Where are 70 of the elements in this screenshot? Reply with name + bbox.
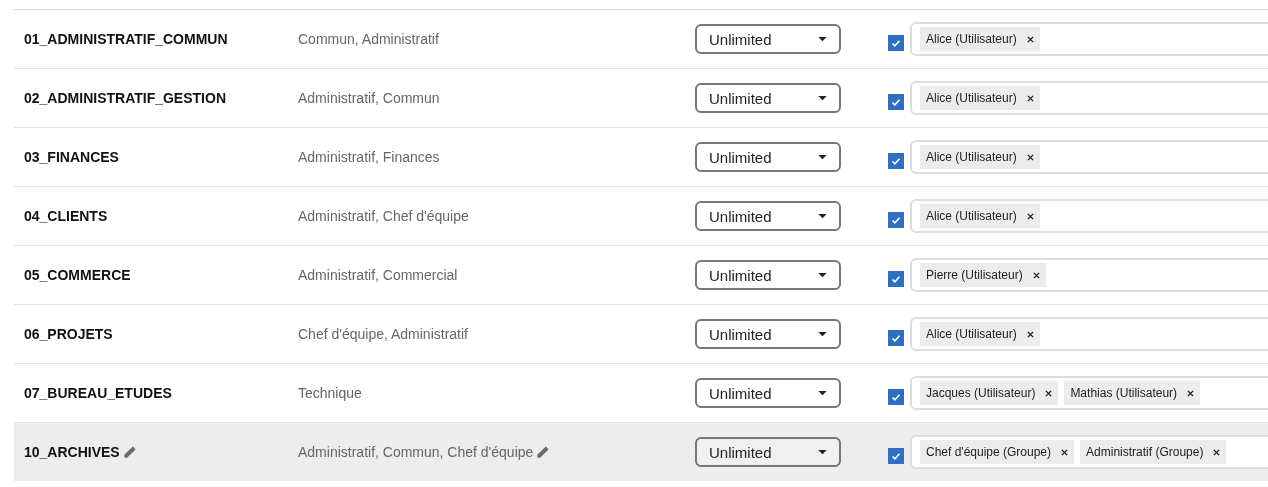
member-tag: Alice (Utilisateur) <box>920 322 1040 346</box>
members-field[interactable]: Alice (Utilisateur) <box>910 140 1268 174</box>
caret-icon <box>818 154 827 160</box>
checkbox[interactable] <box>888 212 904 228</box>
member-tag: Administratif (Groupe) <box>1080 440 1227 464</box>
folder-name: 03_FINANCES <box>24 149 119 165</box>
caret-icon <box>818 449 827 455</box>
remove-icon[interactable] <box>1061 448 1069 456</box>
quota-select[interactable]: Unlimited <box>695 319 841 349</box>
checkbox[interactable] <box>888 153 904 169</box>
caret-icon <box>818 390 827 396</box>
group-list: Technique <box>298 385 362 401</box>
group-list: Chef d'équipe, Administratif <box>298 326 468 342</box>
remove-icon[interactable] <box>1026 212 1034 220</box>
quota-select[interactable]: Unlimited <box>695 24 841 54</box>
quota-select[interactable]: Unlimited <box>695 260 841 290</box>
group-list: Administratif, Commun, Chef d'équipe <box>298 444 534 460</box>
quota-select[interactable]: Unlimited <box>695 437 841 467</box>
checkbox[interactable] <box>888 35 904 51</box>
remove-icon[interactable] <box>1045 389 1053 397</box>
member-tag: Jacques (Utilisateur) <box>920 381 1059 405</box>
folder-name: 07_BUREAU_ETUDES <box>24 385 172 401</box>
caret-icon <box>818 95 827 101</box>
remove-icon[interactable] <box>1187 389 1195 397</box>
checkbox[interactable] <box>888 448 904 464</box>
members-field[interactable]: Alice (Utilisateur) <box>910 317 1268 351</box>
remove-icon[interactable] <box>1032 271 1040 279</box>
folder-name: 01_ADMINISTRATIF_COMMUN <box>24 31 228 47</box>
member-tag: Chef d'équipe (Groupe) <box>920 440 1075 464</box>
member-tag: Alice (Utilisateur) <box>920 204 1040 228</box>
group-list: Administratif, Commun <box>298 90 440 106</box>
member-tag: Mathias (Utilisateur) <box>1064 381 1201 405</box>
group-list: Administratif, Commercial <box>298 267 458 283</box>
folder-name: 04_CLIENTS <box>24 208 108 224</box>
checkbox[interactable] <box>888 271 904 287</box>
checkbox[interactable] <box>888 94 904 110</box>
caret-icon <box>818 213 827 219</box>
group-list: Administratif, Chef d'équipe <box>298 208 469 224</box>
group-list: Administratif, Finances <box>298 149 440 165</box>
remove-icon[interactable] <box>1213 448 1221 456</box>
quota-select[interactable]: Unlimited <box>695 201 841 231</box>
remove-icon[interactable] <box>1026 94 1034 102</box>
member-tag: Alice (Utilisateur) <box>920 145 1040 169</box>
folder-name: 06_PROJETS <box>24 326 113 342</box>
members-field[interactable]: Alice (Utilisateur) <box>910 22 1268 56</box>
member-tag: Pierre (Utilisateur) <box>920 263 1046 287</box>
remove-icon[interactable] <box>1026 153 1034 161</box>
caret-icon <box>818 331 827 337</box>
members-field[interactable]: Pierre (Utilisateur) <box>910 258 1268 292</box>
edit-icon[interactable] <box>121 444 137 460</box>
quota-select[interactable]: Unlimited <box>695 378 841 408</box>
remove-icon[interactable] <box>1026 35 1034 43</box>
members-field[interactable]: Alice (Utilisateur) <box>910 199 1268 233</box>
members-field[interactable]: Alice (Utilisateur) <box>910 81 1268 115</box>
caret-icon <box>818 36 827 42</box>
folder-name: 05_COMMERCE <box>24 267 131 283</box>
remove-icon[interactable] <box>1026 330 1034 338</box>
quota-select[interactable]: Unlimited <box>695 142 841 172</box>
caret-icon <box>818 272 827 278</box>
quota-select[interactable]: Unlimited <box>695 83 841 113</box>
member-tag: Alice (Utilisateur) <box>920 27 1040 51</box>
folder-name: 10_ARCHIVES <box>24 444 120 460</box>
checkbox[interactable] <box>888 389 904 405</box>
folder-name: 02_ADMINISTRATIF_GESTION <box>24 90 226 106</box>
member-tag: Alice (Utilisateur) <box>920 86 1040 110</box>
group-list: Commun, Administratif <box>298 31 439 47</box>
members-field[interactable]: Chef d'équipe (Groupe) Administratif (Groupe) <box>910 435 1268 469</box>
checkbox[interactable] <box>888 330 904 346</box>
members-field[interactable]: Jacques (Utilisateur) Mathias (Utilisateur) <box>910 376 1268 410</box>
edit-icon[interactable] <box>535 444 551 460</box>
